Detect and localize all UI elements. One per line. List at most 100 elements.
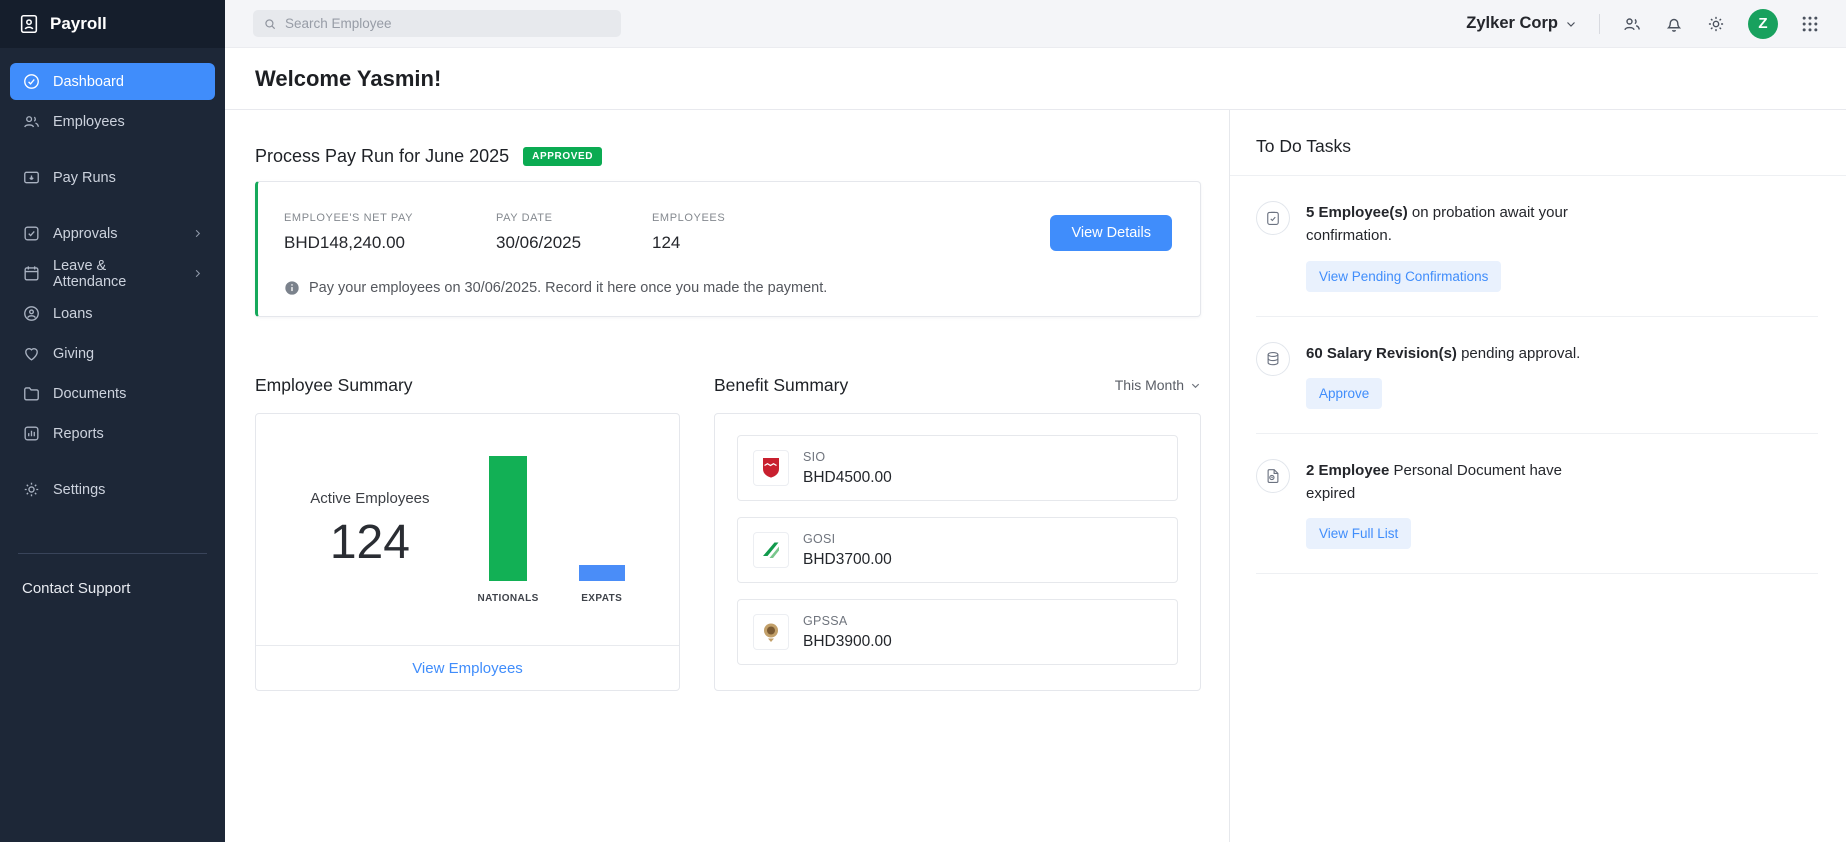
todo-task-salary-revisions: 60 Salary Revision(s) pending approval. … [1256,317,1818,434]
sidebar-item-employees[interactable]: Employees [10,103,215,140]
task-text: 60 Salary Revision(s) pending approval. [1306,342,1606,365]
sidebar-item-documents[interactable]: Documents [10,375,215,412]
org-switcher[interactable]: Zylker Corp [1466,14,1577,33]
field-value: 124 [652,233,725,253]
apps-grid-icon[interactable] [1800,14,1820,34]
task-rest: pending approval. [1457,345,1580,362]
sidebar-item-pay-runs[interactable]: Pay Runs [10,159,215,196]
chart-bar[interactable] [489,456,527,581]
payrun-note-text: Pay your employees on 30/06/2025. Record… [309,280,827,296]
probation-badge-icon [1256,201,1290,235]
field-value: 30/06/2025 [496,233,652,253]
field-label: EMPLOYEES [652,212,725,224]
benefit-row-gpssa[interactable]: GPSSA BHD3900.00 [737,599,1178,665]
pay-runs-icon [22,168,41,187]
content-row: Process Pay Run for June 2025 APPROVED E… [225,110,1846,842]
task-highlight: 60 Salary Revision(s) [1306,345,1457,362]
bar-group-expats: EXPATS [579,456,625,604]
benefit-summary-section: Benefit Summary This Month [714,373,1201,691]
info-icon [284,280,300,296]
sidebar-item-label: Documents [53,386,126,402]
chevron-down-icon [1565,18,1577,30]
reports-icon [22,424,41,443]
benefit-row-gosi[interactable]: GOSI BHD3700.00 [737,517,1178,583]
bar-label-expats: EXPATS [581,593,622,604]
employee-summary-card: Active Employees 124 NATIONALS [255,413,680,691]
pay-date-field: PAY DATE 30/06/2025 [496,212,652,253]
search-input[interactable] [285,16,611,31]
employees-bar-chart: NATIONALS EXPATS [478,456,625,604]
task-text: 5 Employee(s) on probation await your co… [1306,201,1606,248]
bar-slot [579,456,625,581]
benefit-amount: BHD3900.00 [803,633,892,651]
sidebar-item-giving[interactable]: Giving [10,335,215,372]
chevron-down-icon [1190,380,1201,391]
todo-task-expired-documents: 2 Employee Personal Document have expire… [1256,434,1818,575]
contact-support-link[interactable]: Contact Support [0,554,225,623]
sidebar: Payroll Dashboard Employees Pay Runs [0,0,225,842]
main-region: Zylker Corp Z Welcome Yas [225,0,1846,842]
notifications-bell-icon[interactable] [1664,14,1684,34]
sidebar-item-label: Settings [53,482,105,498]
employee-summary-title: Employee Summary [255,375,413,396]
topbar-separator [1599,14,1600,34]
benefit-info: GPSSA BHD3900.00 [803,614,892,651]
chart-bar[interactable] [579,565,625,581]
leave-attendance-icon [22,264,41,283]
todo-title: To Do Tasks [1230,110,1846,176]
view-employees-link[interactable]: View Employees [256,645,679,690]
benefit-summary-card: SIO BHD4500.00 GOSI BHD3700. [714,413,1201,691]
payrun-note: Pay your employees on 30/06/2025. Record… [284,280,1172,296]
uae-emblem-icon [753,614,789,650]
chevron-right-icon [192,268,203,279]
benefit-name: GOSI [803,532,892,546]
sidebar-nav: Dashboard Employees Pay Runs Approvals [0,48,225,511]
approve-button[interactable]: Approve [1306,378,1382,409]
sidebar-item-dashboard[interactable]: Dashboard [10,63,215,100]
field-label: PAY DATE [496,212,652,224]
view-details-button[interactable]: View Details [1050,215,1172,251]
app-logo[interactable]: Payroll [0,0,225,48]
task-content: 60 Salary Revision(s) pending approval. … [1306,342,1606,409]
settings-gear-icon [22,480,41,499]
bar-label-nationals: NATIONALS [478,593,539,604]
employees-field: EMPLOYEES 124 [652,212,725,253]
payrun-fields: EMPLOYEE'S NET PAY BHD148,240.00 PAY DAT… [284,212,1172,253]
benefit-summary-title: Benefit Summary [714,375,848,396]
status-badge: APPROVED [523,147,602,166]
sidebar-item-label: Leave & Attendance [53,258,180,290]
topbar: Zylker Corp Z [225,0,1846,48]
sidebar-item-approvals[interactable]: Approvals [10,215,215,252]
dashboard-main: Process Pay Run for June 2025 APPROVED E… [225,110,1229,842]
employee-search[interactable] [253,10,621,37]
field-label: EMPLOYEE'S NET PAY [284,212,496,224]
task-text: 2 Employee Personal Document have expire… [1306,459,1606,506]
active-employees-count: 124 [310,515,429,570]
employee-summary-body: Active Employees 124 NATIONALS [256,414,679,645]
user-avatar[interactable]: Z [1748,9,1778,39]
employee-summary-section: Employee Summary Active Employees 124 [255,373,680,691]
sidebar-item-settings[interactable]: Settings [10,471,215,508]
todo-task-probation: 5 Employee(s) on probation await your co… [1256,176,1818,317]
benefit-info: SIO BHD4500.00 [803,450,892,487]
sidebar-item-label: Employees [53,114,125,130]
active-employees-label: Active Employees [310,490,429,507]
field-value: BHD148,240.00 [284,233,496,253]
app-title: Payroll [50,14,107,34]
month-filter-dropdown[interactable]: This Month [1115,377,1201,393]
view-full-list-button[interactable]: View Full List [1306,518,1411,549]
month-filter-label: This Month [1115,377,1184,393]
coins-icon [1256,342,1290,376]
sidebar-item-loans[interactable]: Loans [10,295,215,332]
benefit-amount: BHD3700.00 [803,551,892,569]
benefit-row-sio[interactable]: SIO BHD4500.00 [737,435,1178,501]
view-pending-confirmations-button[interactable]: View Pending Confirmations [1306,261,1501,292]
sidebar-item-label: Reports [53,426,104,442]
users-icon[interactable] [1622,14,1642,34]
sidebar-item-leave-attendance[interactable]: Leave & Attendance [10,255,215,292]
payrun-header: Process Pay Run for June 2025 APPROVED [255,146,1201,167]
search-icon [263,17,277,31]
settings-gear-icon[interactable] [1706,14,1726,34]
sidebar-item-reports[interactable]: Reports [10,415,215,452]
payroll-logo-icon [18,13,40,35]
